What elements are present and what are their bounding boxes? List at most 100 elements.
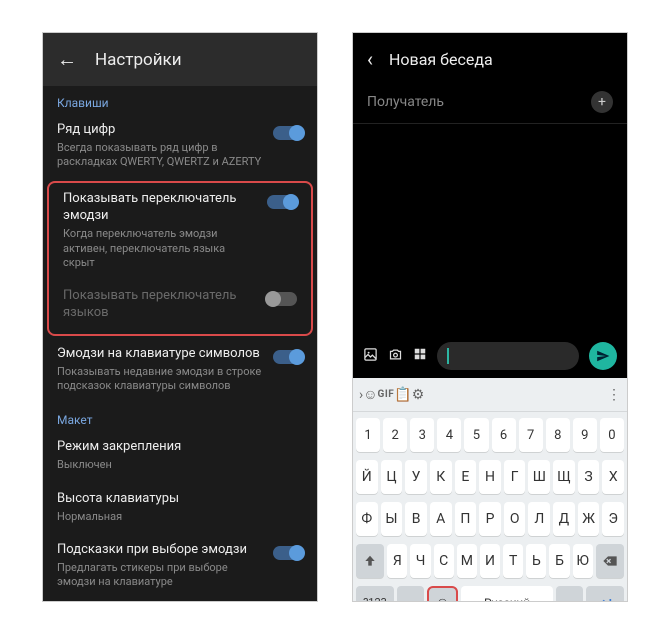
add-recipient-button[interactable]: + bbox=[591, 91, 613, 113]
toggle-emoji-switch[interactable] bbox=[267, 195, 297, 209]
letter-key[interactable]: Х bbox=[602, 460, 624, 494]
period-key[interactable]: . bbox=[556, 586, 583, 602]
letter-key[interactable]: Ф bbox=[356, 502, 378, 536]
row-emoji-switch[interactable]: Показывать переключатель эмодзи Когда пе… bbox=[49, 183, 311, 280]
comma-key[interactable]: , bbox=[397, 586, 424, 602]
clipboard-icon[interactable]: 📋 bbox=[394, 387, 411, 403]
recipient-row[interactable]: Получатель + bbox=[353, 85, 627, 124]
toggle-lang-switch bbox=[267, 292, 297, 306]
apps-grid-icon[interactable] bbox=[413, 347, 427, 365]
sticker-icon[interactable]: ☺ bbox=[363, 386, 377, 403]
send-button[interactable] bbox=[589, 342, 617, 370]
letter-key[interactable]: Ж bbox=[578, 502, 600, 536]
row-emoji-hints[interactable]: Подсказки при выборе эмодзи Предлагать с… bbox=[43, 534, 317, 599]
toggle-emoji-symbols[interactable] bbox=[273, 350, 303, 364]
digit-key[interactable]: 1 bbox=[356, 418, 380, 452]
row-title: Высота клавиатуры bbox=[57, 491, 303, 508]
letter-key[interactable]: Г bbox=[504, 460, 526, 494]
messaging-screen: ‹ Новая беседа Получатель + › ☺ GIF 📋 ⚙ bbox=[352, 32, 628, 602]
keyboard: › ☺ GIF 📋 ⚙ ⋮ 1234567890 ЙЦУКЕНГШЩЗХ ФЫВ… bbox=[353, 378, 627, 602]
letter-key[interactable]: Ю bbox=[573, 544, 593, 578]
digit-key[interactable]: 8 bbox=[546, 418, 570, 452]
digit-key[interactable]: 7 bbox=[519, 418, 543, 452]
letter-key[interactable]: Е bbox=[455, 460, 477, 494]
recipient-placeholder: Получатель bbox=[367, 94, 444, 110]
letter-key[interactable]: К bbox=[430, 460, 452, 494]
row-digit-row[interactable]: Ряд цифр Всегда показывать ряд цифр в ра… bbox=[43, 114, 317, 179]
settings-body: Клавиши Ряд цифр Всегда показывать ряд ц… bbox=[43, 86, 317, 602]
digit-key[interactable]: 3 bbox=[410, 418, 434, 452]
letter-key[interactable]: П bbox=[455, 502, 477, 536]
emoji-switch-key[interactable]: ☺ bbox=[427, 586, 458, 602]
chat-body bbox=[353, 124, 627, 334]
settings-title: Настройки bbox=[95, 50, 182, 70]
letter-key[interactable]: Н bbox=[479, 460, 501, 494]
letter-key[interactable]: Я bbox=[387, 544, 407, 578]
camera-icon[interactable] bbox=[388, 347, 403, 366]
kbd-more-icon[interactable]: ⋮ bbox=[607, 387, 621, 403]
digit-key[interactable]: 5 bbox=[464, 418, 488, 452]
chat-header: ‹ Новая беседа bbox=[353, 33, 627, 85]
letter-key[interactable]: И bbox=[480, 544, 500, 578]
letter-key[interactable]: С bbox=[434, 544, 454, 578]
letter-key[interactable]: Т bbox=[503, 544, 523, 578]
row-sub: Показывать недавние эмодзи в строке подс… bbox=[57, 365, 263, 394]
row-sub: Предлагать стикеры при выборе эмодзи на … bbox=[57, 561, 263, 590]
enter-key[interactable] bbox=[586, 586, 624, 602]
section-layout-label: Макет bbox=[43, 403, 317, 431]
digit-key[interactable]: 9 bbox=[573, 418, 597, 452]
settings-screen: ← Настройки Клавиши Ряд цифр Всегда пока… bbox=[42, 32, 318, 602]
shift-key[interactable] bbox=[356, 544, 384, 578]
letter-key[interactable]: В bbox=[405, 502, 427, 536]
row-title: Эмодзи на клавиатуре символов bbox=[57, 346, 263, 363]
settings-gear-icon[interactable]: ⚙ bbox=[412, 387, 425, 403]
back-chevron-icon[interactable]: ‹ bbox=[367, 47, 373, 71]
letter-key[interactable]: Э bbox=[602, 502, 624, 536]
row-sub: Когда переключатель эмодзи активен, пере… bbox=[63, 227, 257, 270]
highlight-emoji-switch: Показывать переключатель эмодзи Когда пе… bbox=[47, 181, 313, 335]
row-emoji-symbols[interactable]: Эмодзи на клавиатуре символов Показывать… bbox=[43, 338, 317, 403]
letter-key[interactable]: Б bbox=[549, 544, 569, 578]
row-kbd-height[interactable]: Высота клавиатуры Нормальная bbox=[43, 483, 317, 534]
letter-key[interactable]: О bbox=[504, 502, 526, 536]
backspace-key[interactable] bbox=[596, 544, 624, 578]
digit-key[interactable]: 6 bbox=[492, 418, 516, 452]
letter-key[interactable]: А bbox=[430, 502, 452, 536]
message-input[interactable] bbox=[437, 342, 579, 370]
back-arrow-icon[interactable]: ← bbox=[57, 47, 77, 72]
row-title: Ряд цифр bbox=[57, 122, 263, 139]
row-title: Показывать переключатель языков bbox=[63, 288, 257, 322]
letter-key[interactable]: М bbox=[457, 544, 477, 578]
letter-key[interactable]: Ц bbox=[381, 460, 403, 494]
row-lang-switch: Показывать переключатель языков bbox=[49, 280, 311, 332]
letter-key[interactable]: Л bbox=[528, 502, 550, 536]
space-key[interactable]: Русский bbox=[461, 586, 553, 602]
toggle-emoji-hints[interactable] bbox=[273, 546, 303, 560]
keyboard-toolbar: › ☺ GIF 📋 ⚙ ⋮ bbox=[353, 378, 627, 412]
letter-key[interactable]: Д bbox=[553, 502, 575, 536]
row-dock-mode[interactable]: Режим закрепления Выключен bbox=[43, 431, 317, 482]
letter-key[interactable]: Ч bbox=[410, 544, 430, 578]
compose-bar bbox=[353, 334, 627, 378]
section-keys-label: Клавиши bbox=[43, 86, 317, 114]
letter-key[interactable]: Ш bbox=[528, 460, 550, 494]
toggle-digit-row[interactable] bbox=[273, 126, 303, 140]
row-title: Режим закрепления bbox=[57, 439, 303, 456]
letter-key[interactable]: У bbox=[405, 460, 427, 494]
numeric-key[interactable]: ?123 bbox=[356, 586, 394, 602]
letter-key[interactable]: Щ bbox=[553, 460, 575, 494]
gif-button[interactable]: GIF bbox=[378, 389, 395, 400]
digit-key[interactable]: 0 bbox=[600, 418, 624, 452]
gallery-icon[interactable] bbox=[363, 347, 378, 366]
row-title: Подсказки при выборе эмодзи bbox=[57, 542, 263, 559]
digit-key[interactable]: 2 bbox=[383, 418, 407, 452]
row-sub: Нормальная bbox=[57, 510, 303, 524]
letter-key[interactable]: З bbox=[578, 460, 600, 494]
letter-key[interactable]: Й bbox=[356, 460, 378, 494]
row-sub: Выключен bbox=[57, 458, 303, 472]
row-sub: Всегда показывать ряд цифр в раскладках … bbox=[57, 141, 263, 170]
letter-key[interactable]: Ь bbox=[526, 544, 546, 578]
digit-key[interactable]: 4 bbox=[437, 418, 461, 452]
letter-key[interactable]: Ы bbox=[381, 502, 403, 536]
letter-key[interactable]: Р bbox=[479, 502, 501, 536]
